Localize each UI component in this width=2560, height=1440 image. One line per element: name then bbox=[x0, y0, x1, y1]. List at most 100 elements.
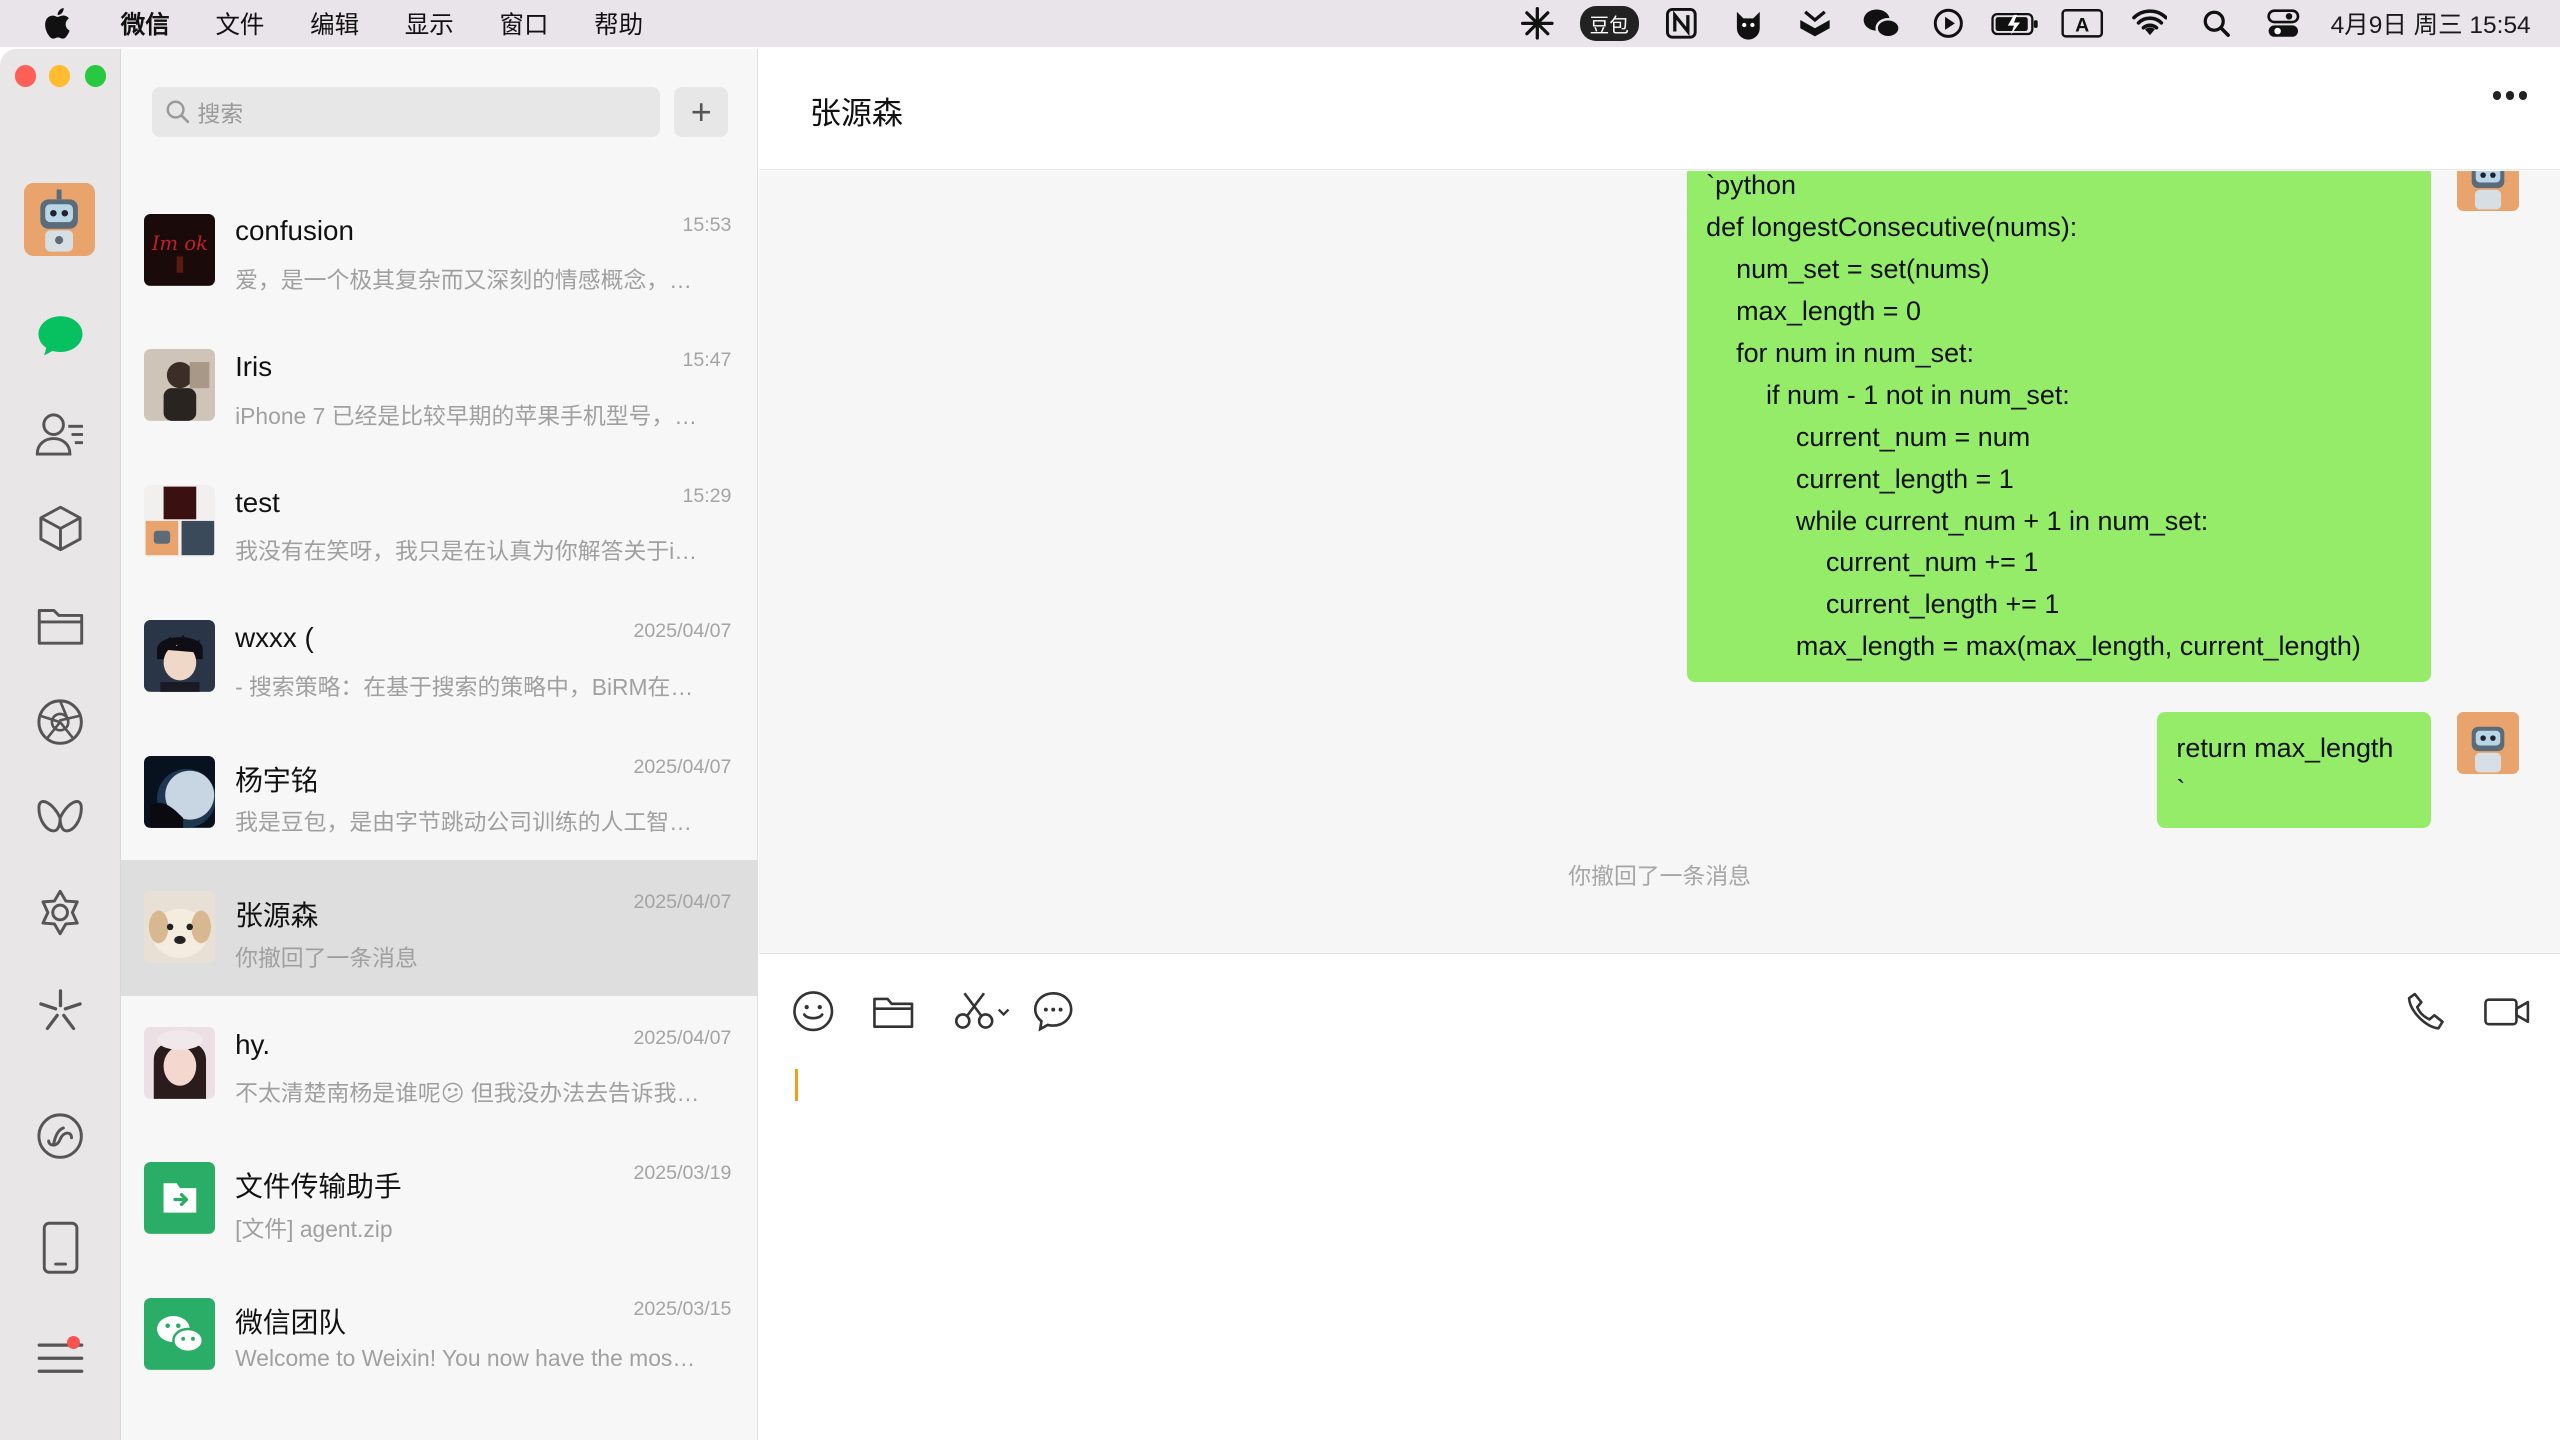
add-button[interactable]: + bbox=[674, 86, 729, 138]
doubao-badge[interactable]: 豆包 bbox=[1579, 5, 1639, 42]
more-menu-icon[interactable] bbox=[31, 1329, 90, 1388]
chat-preview: [文件] agent.zip bbox=[235, 1215, 393, 1242]
chat-time: 2025/03/15 bbox=[633, 1297, 732, 1320]
chat-list-item[interactable]: wxxx ( 2025/04/07 - 搜索策略：在基于搜索的策略中，BiRM在… bbox=[121, 589, 758, 725]
return-message-bubble[interactable]: return max_length ` bbox=[2156, 711, 2432, 828]
chat-preview: 不太清楚南杨是谁呢😕 但我没办法去告诉我… bbox=[235, 1080, 700, 1107]
emoji-icon[interactable] bbox=[789, 987, 838, 1036]
video-call-icon[interactable] bbox=[2480, 987, 2536, 1036]
recall-notice: 你撤回了一条消息 bbox=[1568, 863, 1752, 890]
search-input[interactable]: 搜索 bbox=[151, 86, 660, 138]
chat-name: hy. bbox=[235, 1028, 271, 1060]
contact-avatar: Im ok bbox=[143, 213, 216, 286]
chat-list-item-selected[interactable]: 张源森 2025/04/07 你撤回了一条消息 bbox=[120, 860, 758, 996]
chat-name: Iris bbox=[235, 351, 273, 382]
sender-avatar[interactable] bbox=[2457, 711, 2520, 774]
folder-icon[interactable] bbox=[869, 987, 918, 1036]
nav-sidebar bbox=[0, 48, 121, 1440]
contacts-icon[interactable] bbox=[31, 405, 90, 464]
chat-time: 2025/04/07 bbox=[633, 891, 732, 914]
search-field-icon bbox=[166, 100, 190, 123]
message-area[interactable]: `python def longestConsecutive(nums): nu… bbox=[759, 171, 2560, 954]
moments-icon[interactable] bbox=[31, 692, 90, 751]
wechat-window: 搜索 + Im ok confusion 15:53 爱，是一个极其复杂而又深刻… bbox=[0, 48, 2560, 1440]
chat-time: 2025/04/07 bbox=[633, 620, 732, 643]
close-window-button[interactable] bbox=[14, 65, 36, 87]
channels-icon[interactable] bbox=[31, 789, 90, 848]
notion-icon[interactable] bbox=[1657, 6, 1706, 42]
chat-preview: Welcome to Weixin! You now have the mos… bbox=[235, 1345, 696, 1372]
chat-list-item[interactable]: 杨宇铭 2025/04/07 我是豆包，是由字节跳动公司训练的人工智… bbox=[121, 725, 758, 861]
contact-avatar bbox=[143, 755, 216, 828]
chat-name: confusion bbox=[235, 215, 354, 247]
chat-preview: 我没有在笑呀，我只是在认真为你解答关于i… bbox=[235, 538, 698, 565]
apple-logo-icon[interactable] bbox=[39, 6, 75, 42]
chat-list-item[interactable]: 文件传输助手 2025/03/19 [文件] agent.zip bbox=[121, 1131, 758, 1267]
chat-name: wxxx ( bbox=[235, 622, 314, 654]
chats-icon[interactable] bbox=[31, 307, 90, 366]
chat-history-icon[interactable] bbox=[1029, 987, 1078, 1036]
menu-help[interactable]: 帮助 bbox=[571, 6, 666, 41]
menu-bar: 微信 文件 编辑 显示 窗口 帮助 豆包 A 4月9日 周三 15:54 bbox=[0, 0, 2560, 48]
wechat-tray-icon[interactable] bbox=[1857, 6, 1906, 42]
cat-icon[interactable] bbox=[1723, 6, 1772, 42]
chat-list-item[interactable]: Iris 15:47 iPhone 7 已经是比较早期的苹果手机型号，… bbox=[121, 318, 758, 454]
chat-list-item[interactable]: test 15:29 我没有在笑呀，我只是在认真为你解答关于i… bbox=[121, 454, 758, 590]
menu-edit[interactable]: 编辑 bbox=[287, 6, 382, 41]
chat-name: 张源森 bbox=[235, 900, 319, 932]
chat-list-item[interactable]: hy. 2025/04/07 不太清楚南杨是谁呢😕 但我没办法去告诉我… bbox=[121, 996, 758, 1132]
chat-time: 2025/04/07 bbox=[633, 755, 732, 778]
play-icon[interactable] bbox=[1924, 6, 1973, 42]
chat-header: 张源森 bbox=[759, 48, 2560, 170]
scissors-icon[interactable] bbox=[952, 987, 1017, 1036]
chat-name: 文件传输助手 bbox=[235, 1171, 402, 1203]
search-placeholder: 搜索 bbox=[197, 100, 244, 127]
menu-app-name[interactable]: 微信 bbox=[98, 6, 193, 41]
chat-preview: - 搜索策略：在基于搜索的策略中，BiRM在… bbox=[235, 673, 694, 700]
chat-list-panel: 搜索 + Im ok confusion 15:53 爱，是一个极其复杂而又深刻… bbox=[120, 48, 758, 1440]
chat-preview: iPhone 7 已经是比较早期的苹果手机型号，… bbox=[235, 402, 698, 429]
notification-dot bbox=[66, 1335, 80, 1349]
my-avatar[interactable] bbox=[24, 182, 95, 257]
mini-programs-icon[interactable] bbox=[31, 981, 90, 1040]
spotlight-icon[interactable] bbox=[2192, 6, 2241, 42]
phone-icon[interactable] bbox=[31, 1218, 90, 1277]
chat-time: 15:53 bbox=[682, 213, 732, 236]
minimize-window-button[interactable] bbox=[48, 65, 71, 87]
book-icon[interactable] bbox=[1790, 6, 1839, 42]
files-icon[interactable] bbox=[31, 596, 90, 655]
favorites-icon[interactable] bbox=[31, 500, 90, 559]
phone-call-icon[interactable] bbox=[2402, 987, 2451, 1036]
mini-program-panel-icon[interactable] bbox=[31, 1107, 90, 1166]
wifi-icon[interactable] bbox=[2125, 6, 2174, 42]
input-method-icon[interactable]: A bbox=[2058, 6, 2107, 42]
chat-name: test bbox=[235, 486, 280, 518]
contact-avatar bbox=[143, 484, 216, 557]
zoom-window-button[interactable] bbox=[84, 65, 107, 87]
chat-name: 杨宇铭 bbox=[235, 764, 319, 796]
chat-title[interactable]: 张源森 bbox=[810, 88, 903, 133]
message-composer[interactable] bbox=[759, 953, 2560, 1440]
more-options-icon[interactable] bbox=[2493, 91, 2528, 100]
battery-icon[interactable] bbox=[1991, 6, 2040, 42]
chat-preview: 爱，是一个极其复杂而又深刻的情感概念，… bbox=[235, 267, 692, 294]
chat-preview: 我是豆包，是由字节跳动公司训练的人工智… bbox=[235, 809, 692, 836]
menu-file[interactable]: 文件 bbox=[193, 6, 288, 41]
spark-icon[interactable] bbox=[1513, 6, 1562, 42]
chat-name: 微信团队 bbox=[235, 1306, 347, 1338]
chat-preview: 你撤回了一条消息 bbox=[235, 944, 418, 971]
menubar-clock[interactable]: 4月9日 周三 15:54 bbox=[2331, 6, 2531, 41]
contact-avatar bbox=[143, 891, 216, 964]
chat-time: 15:29 bbox=[682, 484, 732, 507]
control-center-icon[interactable] bbox=[2259, 6, 2308, 42]
wechat-team-avatar bbox=[143, 1297, 216, 1370]
chat-list-item[interactable]: 微信团队 2025/03/15 Welcome to Weixin! You n… bbox=[121, 1267, 758, 1403]
sender-avatar[interactable] bbox=[2457, 171, 2520, 211]
chat-time: 2025/04/07 bbox=[633, 1026, 732, 1049]
menu-view[interactable]: 显示 bbox=[382, 6, 477, 41]
search-icon[interactable] bbox=[31, 885, 90, 944]
menu-window[interactable]: 窗口 bbox=[477, 6, 572, 41]
code-message-bubble[interactable]: `python def longestConsecutive(nums): nu… bbox=[1686, 171, 2432, 683]
contact-avatar bbox=[143, 349, 216, 422]
chat-list-item[interactable]: Im ok confusion 15:53 爱，是一个极其复杂而又深刻的情感概念… bbox=[121, 183, 758, 319]
